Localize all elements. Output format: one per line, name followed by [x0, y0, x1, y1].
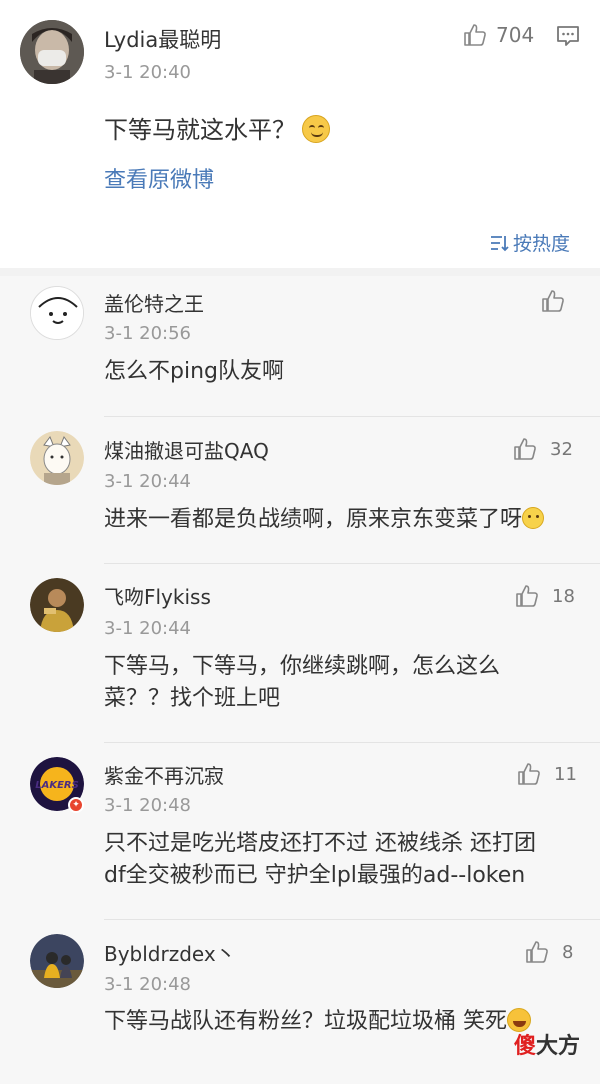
watermark-text: 大方	[535, 1034, 580, 1059]
comment-text: 下等马，下等马，你继续跳啊，怎么这么 菜？？找个班上吧	[104, 651, 574, 715]
comment-text-content: 进来一看都是负战绩啊，原来京东变菜了呀	[104, 507, 523, 532]
comment-text-line: 下等马，下等马，你继续跳啊，怎么这么	[104, 654, 501, 679]
verified-badge-icon: ✦	[68, 797, 84, 813]
comment-like-button[interactable]: 11	[516, 761, 577, 787]
comment-like-button[interactable]: 18	[514, 583, 575, 609]
comment-like-count: 18	[552, 585, 575, 607]
commenter-name[interactable]: 紫金不再沉寂	[104, 760, 224, 789]
view-original-link[interactable]: 查看原微博	[104, 162, 214, 194]
comment-icon[interactable]	[556, 24, 580, 48]
comment-like-button[interactable]: 8	[524, 939, 573, 965]
comment-item: 盖伦特之王 3-1 20:56 怎么不ping队友啊	[0, 276, 600, 417]
comment-time: 3-1 20:44	[104, 471, 191, 492]
thumbs-up-icon	[526, 941, 548, 963]
sort-by-heat-button[interactable]: 按热度	[489, 229, 570, 256]
post-like-button[interactable]: 704	[462, 22, 534, 48]
main-post: Lydia最聪明 3-1 20:40 下等马就这水平？ 查看原微博 704 按热…	[0, 0, 600, 268]
author-avatar[interactable]	[20, 20, 84, 84]
post-text-content: 下等马就这水平？	[104, 116, 296, 144]
comment-like-count: 8	[562, 941, 574, 963]
comment-like-button[interactable]	[540, 288, 566, 314]
comment-text-line: 菜？？找个班上吧	[104, 686, 281, 711]
comment-like-count: 11	[554, 763, 577, 785]
svg-text:LAKERS: LAKERS	[35, 780, 79, 791]
comment-time: 3-1 20:44	[104, 618, 191, 639]
smug-face-emoji-icon	[302, 115, 330, 143]
comment-item: 煤油撤退可盐QAQ 3-1 20:44 进来一看都是负战绩啊，原来京东变菜了呀 …	[0, 417, 600, 564]
comment-time: 3-1 20:48	[104, 974, 191, 995]
comment-text: 下等马战队还有粉丝？垃圾配垃圾桶 笑死	[104, 1006, 584, 1038]
commenter-name[interactable]: 飞吻Flykiss	[104, 581, 211, 610]
sort-label: 按热度	[512, 233, 570, 255]
comment-item: LAKERS ✦ 紫金不再沉寂 3-1 20:48 只不过是吃光塔皮还打不过 还…	[0, 743, 600, 920]
comments-list: 盖伦特之王 3-1 20:56 怎么不ping队友啊 煤油撤退可盐QAQ 3-1…	[0, 276, 600, 1084]
commenter-avatar[interactable]	[30, 286, 84, 340]
comment-text: 只不过是吃光塔皮还打不过 还被线杀 还打团 df全交被秒而已 守护全lpl最强的…	[104, 828, 594, 892]
commenter-name[interactable]: Bybldrzdex丶	[104, 938, 236, 967]
post-time: 3-1 20:40	[104, 62, 191, 83]
comment-time: 3-1 20:56	[104, 323, 191, 344]
comment-time: 3-1 20:48	[104, 795, 191, 816]
commenter-avatar[interactable]	[30, 578, 84, 632]
thumbs-up-icon	[464, 24, 486, 46]
comment-text: 怎么不ping队友啊	[104, 359, 284, 384]
commenter-avatar[interactable]	[30, 934, 84, 988]
watermark-red-text: 傻	[513, 1034, 536, 1059]
commenter-avatar[interactable]	[30, 431, 84, 485]
post-like-count: 704	[496, 23, 535, 47]
commenter-name[interactable]: 盖伦特之王	[104, 288, 204, 317]
author-name[interactable]: Lydia最聪明	[104, 24, 221, 54]
comment-text-line: df全交被秒而已 守护全lpl最强的ad--loken	[104, 863, 526, 888]
commenter-name[interactable]: 煤油撤退可盐QAQ	[104, 435, 269, 464]
thumbs-up-icon	[542, 290, 564, 312]
comment-item: Bybldrzdex丶 3-1 20:48 下等马战队还有粉丝？垃圾配垃圾桶 笑…	[0, 920, 600, 1084]
comment-text: 进来一看都是负战绩啊，原来京东变菜了呀	[104, 504, 584, 536]
comment-like-button[interactable]: 32	[512, 436, 573, 462]
sort-icon	[490, 235, 509, 251]
thumbs-up-icon	[518, 763, 540, 785]
post-text: 下等马就这水平？	[104, 110, 330, 145]
watermark: 傻大方	[514, 1028, 580, 1060]
comment-text-line: 只不过是吃光塔皮还打不过 还被线杀 还打团	[104, 831, 536, 856]
comment-item: 飞吻Flykiss 3-1 20:44 下等马，下等马，你继续跳啊，怎么这么 菜…	[0, 564, 600, 743]
thumbs-up-icon	[516, 585, 538, 607]
comment-like-count: 32	[550, 438, 573, 460]
smile-emoji-icon	[522, 507, 545, 529]
comment-text-content: 下等马战队还有粉丝？垃圾配垃圾桶 笑死	[104, 1009, 507, 1034]
thumbs-up-icon	[514, 438, 536, 460]
section-divider	[0, 268, 600, 276]
